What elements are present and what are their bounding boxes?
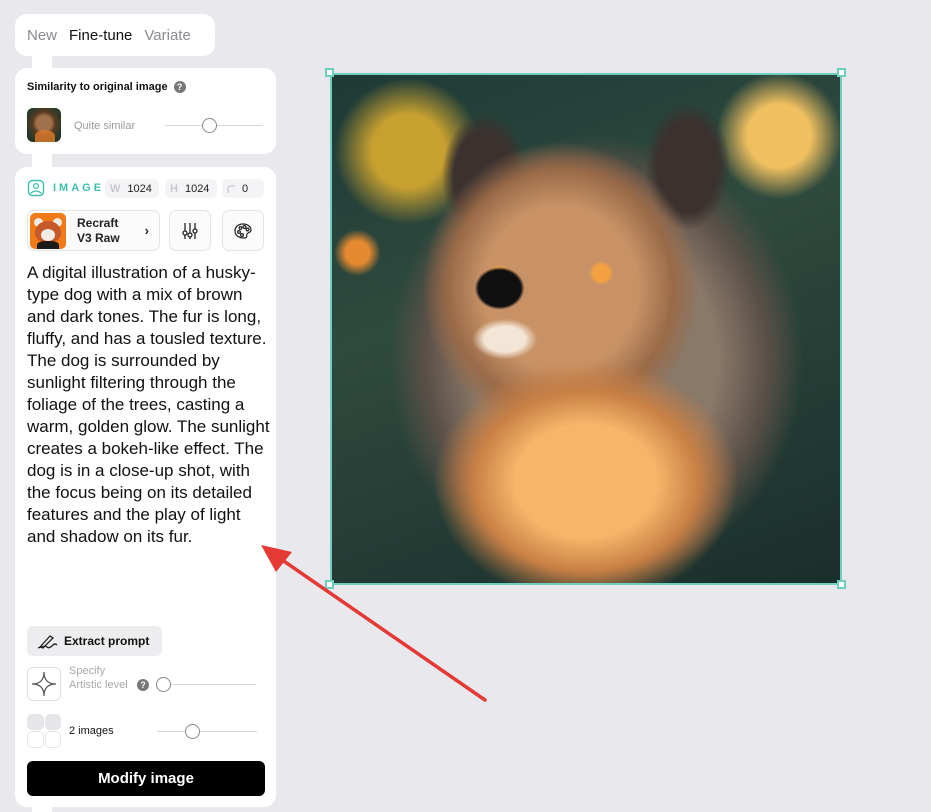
corner-radius-field[interactable]: 0 — [222, 179, 264, 198]
height-value[interactable]: 1024 — [185, 183, 209, 195]
palette-icon — [234, 222, 252, 239]
original-image-thumbnail — [27, 108, 61, 142]
resize-handle-top-right[interactable] — [837, 68, 846, 77]
similarity-value-label: Quite similar — [74, 120, 136, 132]
model-name-line1: Recraft — [77, 215, 119, 230]
artistic-level-label: Specify Artistic level — [69, 665, 128, 691]
model-name: Recraft V3 Raw — [77, 216, 120, 246]
settings-sliders-button[interactable] — [169, 210, 211, 251]
corner-radius-icon — [227, 184, 235, 193]
height-key: H — [170, 182, 178, 195]
extract-prompt-label: Extract prompt — [64, 634, 150, 648]
image-section-label: IMAGE — [53, 182, 105, 194]
card-connector — [32, 805, 52, 812]
image-icon — [27, 179, 45, 197]
chevron-right-icon: › — [144, 223, 149, 238]
similarity-slider-knob[interactable] — [202, 118, 217, 133]
width-value[interactable]: 1024 — [127, 183, 151, 195]
similarity-title-text: Similarity to original image — [27, 81, 168, 93]
similarity-card: Similarity to original image ? Quite sim… — [15, 68, 276, 154]
image-count-label: 2 images — [69, 725, 114, 737]
image-count-slider-knob[interactable] — [185, 724, 200, 739]
question-icon[interactable]: ? — [173, 81, 186, 93]
red-panda-model-icon — [30, 212, 66, 249]
canvas-image[interactable] — [330, 73, 842, 585]
resize-handle-bottom-left[interactable] — [325, 580, 334, 589]
corner-radius-value[interactable]: 0 — [242, 183, 248, 195]
image-count-icon — [27, 714, 61, 748]
width-field[interactable]: W 1024 — [105, 179, 159, 198]
model-selector-button[interactable]: Recraft V3 Raw › — [27, 210, 160, 251]
image-count-slider[interactable] — [157, 724, 257, 739]
height-field[interactable]: H 1024 — [165, 179, 217, 198]
tab-variate[interactable]: Variate — [144, 27, 190, 44]
prompt-text[interactable]: A digital illustration of a husky-type d… — [27, 262, 272, 548]
tab-fine-tune[interactable]: Fine-tune — [69, 27, 132, 44]
width-key: W — [110, 182, 121, 195]
similarity-slider[interactable] — [165, 118, 263, 133]
image-settings-header: IMAGE — [27, 179, 104, 197]
modify-image-button[interactable]: Modify image — [27, 761, 265, 796]
tab-new[interactable]: New — [27, 27, 57, 44]
resize-handle-top-left[interactable] — [325, 68, 334, 77]
similarity-title: Similarity to original image ? — [27, 81, 186, 93]
sparkle-icon — [31, 671, 57, 697]
mode-tabs: New Fine-tune Variate — [15, 14, 215, 56]
question-icon[interactable]: ? — [137, 679, 149, 691]
model-name-line2: V3 Raw — [77, 230, 120, 245]
sliders-icon — [182, 222, 198, 239]
pen-signature-icon — [37, 635, 58, 649]
artistic-level-slider-knob[interactable] — [156, 677, 171, 692]
resize-handle-bottom-right[interactable] — [837, 580, 846, 589]
fine-tune-panel: IMAGE W 1024 H 1024 0 Recraft V3 Raw › A… — [15, 167, 276, 807]
extract-prompt-button[interactable]: Extract prompt — [27, 626, 162, 656]
artistic-level-icon-box — [27, 667, 61, 701]
style-palette-button[interactable] — [222, 210, 264, 251]
artistic-level-slider[interactable] — [156, 677, 256, 692]
